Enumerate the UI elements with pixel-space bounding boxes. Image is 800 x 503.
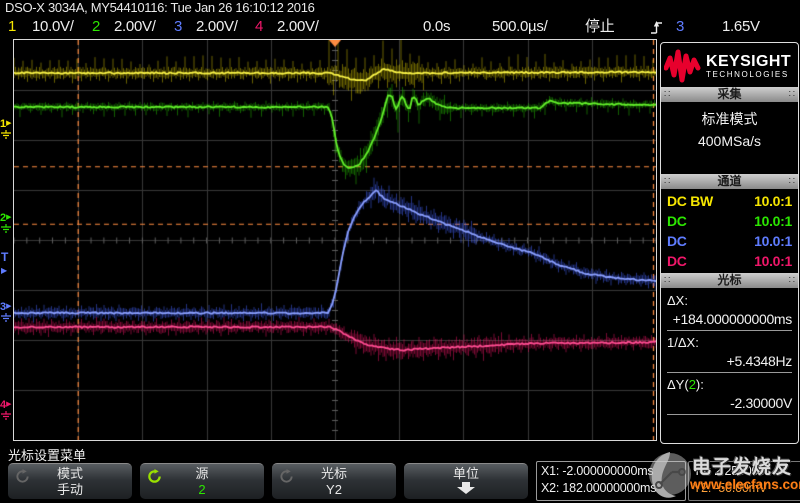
softkey-source-value: 2 xyxy=(140,482,264,497)
inv-delta-x-value: +5.4348Hz xyxy=(667,352,792,370)
oscilloscope-screen: DSO-X 3034A, MY54410116: Tue Jan 26 16:1… xyxy=(0,0,800,503)
inv-delta-x-label: 1/ΔX: xyxy=(667,334,792,352)
rotate-knob-icon xyxy=(279,469,294,484)
y1-value: Y1: 2.25000V xyxy=(693,463,799,480)
ch4-settings-row: DC 10.0:1 xyxy=(661,251,798,271)
cursors-title: 光标 xyxy=(717,273,741,287)
menu-title: 光标设置菜单 xyxy=(8,445,86,464)
x2-value: X2: 182.00000000ms xyxy=(541,480,681,497)
waveform-canvas[interactable] xyxy=(14,40,656,440)
grip-icon: ∷ xyxy=(664,174,670,189)
ch4-ground-marker[interactable]: 4▶ xyxy=(0,399,13,421)
acquisition-section-header[interactable]: ∷ 采集 ∷ xyxy=(661,87,798,102)
ch2-ground-marker[interactable]: 2▶ xyxy=(0,212,13,234)
ch2-number[interactable]: 2 xyxy=(92,18,100,36)
ch3-probe: 10.0:1 xyxy=(754,231,792,251)
softkey-units-label: 单位 xyxy=(404,466,528,482)
channel-settings-list: DC BW 10.0:1 DC 10.0:1 DC 10.0:1 DC 10.0… xyxy=(661,189,798,273)
ch2-probe: 10.0:1 xyxy=(754,211,792,231)
ch2-scale[interactable]: 2.00V/ xyxy=(114,18,156,36)
ch1-probe: 10.0:1 xyxy=(754,191,792,211)
ground-icon xyxy=(0,313,12,322)
ch1-settings-row: DC BW 10.0:1 xyxy=(661,191,798,211)
status-bar: 1 10.0V/ 2 2.00V/ 3 2.00V/ 4 2.00V/ 0.0s… xyxy=(0,15,800,39)
instrument-title: DSO-X 3034A, MY54410116: Tue Jan 26 16:1… xyxy=(5,0,315,15)
brand-name: KEYSIGHT xyxy=(706,54,791,70)
trigger-marker-label: T xyxy=(1,252,13,263)
acquisition-mode: 标准模式 xyxy=(661,108,798,130)
ch4-scale[interactable]: 2.00V/ xyxy=(277,18,319,36)
divider xyxy=(667,414,792,415)
ch3-settings-row: DC 10.0:1 xyxy=(661,231,798,251)
info-sidebar: KEYSIGHT TECHNOLOGIES ∷ 采集 ∷ 标准模式 400MSa… xyxy=(660,42,799,444)
timebase[interactable]: 500.0µs/ xyxy=(492,18,547,36)
rotate-knob-icon xyxy=(147,469,162,484)
right-arrow-icon: ▶ xyxy=(6,120,11,127)
sample-rate: 400MSa/s xyxy=(661,130,798,152)
ground-icon xyxy=(0,224,12,233)
trigger-source[interactable]: 3 xyxy=(676,18,684,36)
grip-icon: ∷ xyxy=(789,87,795,102)
ground-icon xyxy=(0,411,12,420)
acquisition-info: 标准模式 400MSa/s xyxy=(661,102,798,174)
softkey-mode-value: 手动 xyxy=(8,482,132,497)
right-arrow-icon: ▶ xyxy=(6,214,11,221)
ch4-coupling: DC xyxy=(667,251,687,271)
brand-subtitle: TECHNOLOGIES xyxy=(706,70,791,79)
arrow-down-icon xyxy=(404,482,528,497)
edge-trigger-icon xyxy=(650,20,663,35)
delta-x-value: +184.000000000ms xyxy=(667,310,792,328)
ch3-coupling: DC xyxy=(667,231,687,251)
time-offset: 0.0s xyxy=(423,18,450,36)
trigger-level[interactable]: 1.65V xyxy=(722,18,760,36)
ch3-scale[interactable]: 2.00V/ xyxy=(196,18,238,36)
ch4-number[interactable]: 4 xyxy=(255,18,263,36)
channels-title: 通道 xyxy=(717,174,741,188)
delta-x-label: ΔX: xyxy=(667,292,792,310)
channels-section-header[interactable]: ∷ 通道 ∷ xyxy=(661,174,798,189)
acquisition-title: 采集 xyxy=(717,87,741,101)
y2-value: Y2: -50.00mV xyxy=(693,480,799,497)
ch2-coupling: DC xyxy=(667,211,687,231)
ch1-ground-marker[interactable]: 1▶ xyxy=(0,118,13,140)
keysight-wave-icon xyxy=(664,48,702,84)
right-arrow-icon: ▶ xyxy=(6,303,11,310)
softkey-source[interactable]: 源 2 xyxy=(140,463,264,499)
run-state: 停止 xyxy=(585,18,614,36)
keysight-logo: KEYSIGHT TECHNOLOGIES xyxy=(661,43,798,87)
delta-y-value: -2.30000V xyxy=(667,394,792,412)
x-cursor-readout: X1: -2.000000000ms X2: 182.00000000ms xyxy=(536,461,686,501)
ground-icon xyxy=(0,130,12,139)
rotate-knob-icon xyxy=(15,469,30,484)
softkey-cursor[interactable]: 光标 Y2 xyxy=(272,463,396,499)
right-arrow-icon: ▶ xyxy=(6,401,11,408)
ch3-ground-marker[interactable]: 3▶ xyxy=(0,301,13,323)
x1-value: X1: -2.000000000ms xyxy=(541,463,681,480)
delta-y-source: 2 xyxy=(689,377,696,392)
cursor-readouts: ΔX: +184.000000000ms 1/ΔX: +5.4348Hz ΔY(… xyxy=(661,288,798,415)
waveform-display xyxy=(13,39,657,441)
cursors-section-header[interactable]: ∷ 光标 ∷ xyxy=(661,273,798,288)
divider xyxy=(667,330,792,331)
softkey-units[interactable]: 单位 xyxy=(404,463,528,499)
grip-icon: ∷ xyxy=(789,273,795,288)
delta-y-label: ΔY(2): xyxy=(667,376,792,394)
softkey-cursor-value: Y2 xyxy=(272,482,396,497)
y-cursor-readout: Y1: 2.25000V Y2: -50.00mV xyxy=(688,461,800,501)
ch2-settings-row: DC 10.0:1 xyxy=(661,211,798,231)
ch3-number[interactable]: 3 xyxy=(174,18,182,36)
ch4-probe: 10.0:1 xyxy=(754,251,792,271)
grip-icon: ∷ xyxy=(789,174,795,189)
softkey-mode[interactable]: 模式 手动 xyxy=(8,463,132,499)
ch1-number[interactable]: 1 xyxy=(8,18,16,36)
divider xyxy=(667,372,792,373)
grip-icon: ∷ xyxy=(664,87,670,102)
ch1-scale[interactable]: 10.0V/ xyxy=(32,18,74,36)
ch1-coupling: DC BW xyxy=(667,191,713,211)
grip-icon: ∷ xyxy=(664,273,670,288)
trigger-level-marker[interactable]: T ▶ xyxy=(1,252,13,276)
right-arrow-icon: ▶ xyxy=(1,265,13,276)
